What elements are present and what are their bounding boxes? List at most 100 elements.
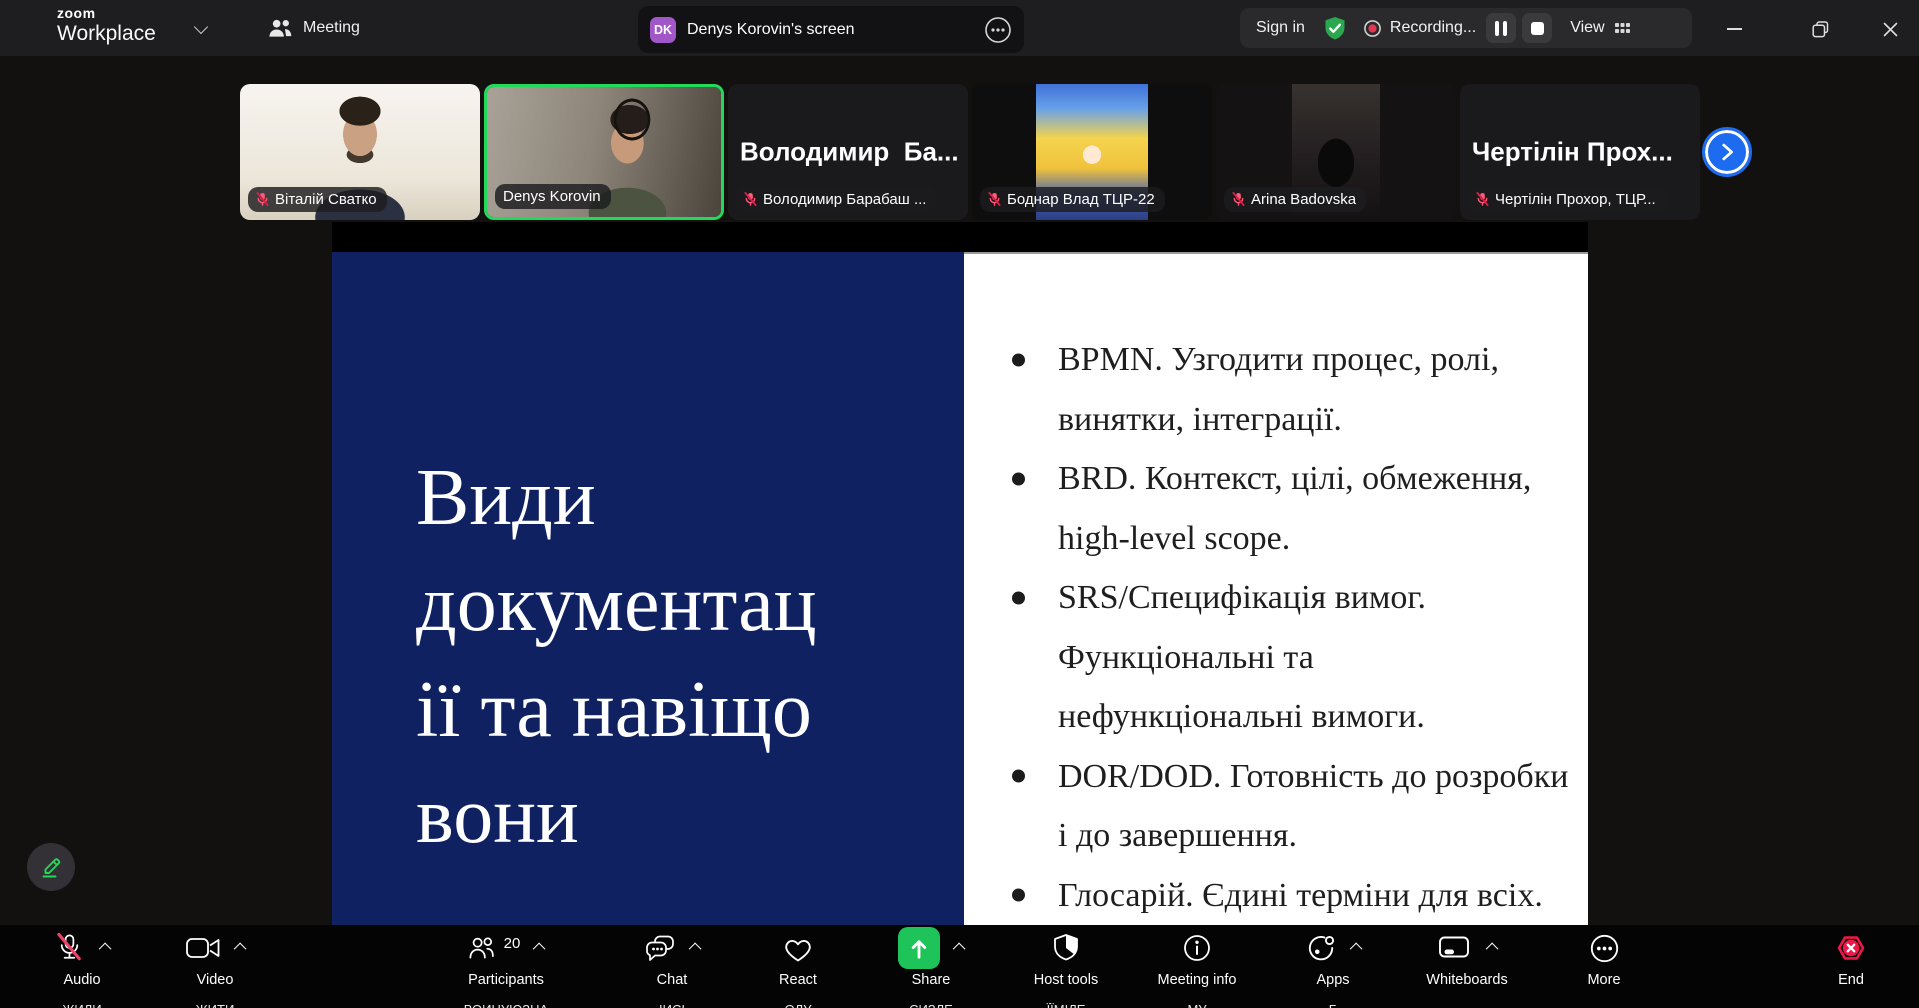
participant-display-name: Володимир Ба...: [740, 137, 959, 168]
restore-button[interactable]: [1809, 18, 1831, 40]
chevron-right-icon: [1718, 141, 1736, 163]
tab-screen-share[interactable]: DK Denys Korovin's screen: [638, 6, 1024, 53]
info-icon: [1182, 933, 1212, 963]
whiteboards-options-chevron[interactable]: [1489, 939, 1498, 957]
titlebar: zoom Workplace Meeting DK Denys Korovin'…: [0, 0, 1919, 56]
whiteboards-button[interactable]: Whiteboards: [1399, 925, 1535, 1008]
meeting-toolbar: Audio ЖИЛИ Video ЖИТИ: [0, 925, 1919, 1008]
bullet-line: винятки, інтеграції.: [964, 390, 1588, 450]
bullet-line: DOR/DOD. Готовність до розробки: [964, 747, 1588, 807]
video-tile[interactable]: Arina Badovska: [1216, 84, 1456, 220]
recording-indicator: Recording...: [1363, 19, 1476, 38]
video-options-chevron[interactable]: [237, 939, 246, 957]
share-label: Share: [912, 972, 951, 988]
bullet-line: BRD. Контекст, цілі, обмеження,: [964, 449, 1588, 509]
meeting-info-button[interactable]: Meeting info МУ: [1137, 925, 1257, 1008]
meeting-info-label: Meeting info: [1158, 972, 1237, 988]
whiteboards-label: Whiteboards: [1426, 972, 1507, 988]
participant-display-name: Чертілін Прох...: [1472, 137, 1673, 168]
participant-name: Віталій Сватко: [275, 191, 377, 208]
security-shield-icon[interactable]: [1323, 16, 1347, 41]
record-dot-icon: [1363, 19, 1382, 38]
chat-button[interactable]: Chat ІИСІ: [612, 925, 732, 1008]
participant-name-badge: Володимир Барабаш ...: [736, 187, 936, 212]
slide-title-panel: Види документац ії та навіщо вони: [332, 252, 964, 925]
end-meeting-button[interactable]: End: [1791, 925, 1911, 1008]
mic-muted-icon: [256, 192, 269, 207]
participant-name: Володимир Барабаш ...: [763, 191, 926, 208]
tab-options-icon[interactable]: [984, 16, 1012, 44]
share-options-chevron[interactable]: [956, 939, 965, 957]
participant-name-badge: Боднар Влад ТЦР-22: [980, 187, 1165, 212]
video-tile[interactable]: Володимир Ба... Володимир Барабаш ...: [728, 84, 968, 220]
video-tile[interactable]: Боднар Влад ТЦР-22: [972, 84, 1212, 220]
apps-options-chevron[interactable]: [1353, 939, 1362, 957]
clipped-text: МУ: [1137, 1002, 1257, 1008]
ellipsis-icon: [1589, 933, 1620, 964]
share-button[interactable]: Share СИЗЛЕ: [871, 925, 991, 1008]
video-tile[interactable]: Віталій Сватко: [240, 84, 480, 220]
participant-name-badge: Arina Badovska: [1224, 187, 1366, 212]
workspace-chevron-down-icon[interactable]: [194, 20, 208, 34]
participant-name: Боднар Влад ТЦР-22: [1007, 191, 1155, 208]
bullet-line: BPMN. Узгодити процес, ролі,: [964, 330, 1588, 390]
pause-recording-button[interactable]: [1486, 13, 1516, 43]
minimize-button[interactable]: [1723, 18, 1745, 40]
end-label: End: [1838, 972, 1864, 988]
pencil-icon: [37, 853, 65, 881]
clipped-text: СИЗЛЕ: [871, 1002, 991, 1008]
screen-share-tab-label: Denys Korovin's screen: [687, 21, 855, 39]
bullet-line: Глосарій. Єдині терміни для всіх.: [964, 866, 1588, 926]
meeting-status-pill: Sign in Recording... Vi: [1240, 8, 1692, 48]
view-button[interactable]: View: [1570, 19, 1630, 37]
video-tile-active-speaker[interactable]: Denys Korovin: [484, 84, 724, 220]
chat-icon: [644, 934, 676, 963]
apps-icon: [1305, 932, 1337, 964]
clipped-text: ВОИНУЮЗНА: [443, 1002, 569, 1008]
participant-name-badge: Віталій Сватко: [248, 187, 387, 212]
participant-name-badge: Denys Korovin: [495, 184, 611, 209]
audio-options-chevron[interactable]: [102, 939, 111, 957]
heart-icon: [781, 933, 815, 964]
tab-meeting[interactable]: Meeting: [258, 0, 370, 56]
sign-in-button[interactable]: Sign in: [1256, 19, 1305, 37]
next-participants-page-button[interactable]: [1705, 130, 1749, 174]
stop-recording-button[interactable]: [1522, 13, 1552, 43]
participants-button[interactable]: 20 Participants ВОИНУЮЗНА: [443, 925, 569, 1008]
clipped-text: ЖИТИ: [155, 1002, 275, 1008]
participant-name: Arina Badovska: [1251, 191, 1356, 208]
annotate-button[interactable]: [27, 843, 75, 891]
more-label: More: [1587, 972, 1620, 988]
clipped-text: ІИСІ: [612, 1002, 732, 1008]
react-button[interactable]: React ОЛУ: [738, 925, 858, 1008]
react-label: React: [779, 972, 817, 988]
more-button[interactable]: More: [1544, 925, 1664, 1008]
slide-title: Види документац ії та навіщо вони: [416, 445, 817, 869]
slide-title-line: ії та навіщо: [416, 657, 817, 763]
participants-options-chevron[interactable]: [536, 939, 545, 957]
close-icon[interactable]: [1879, 18, 1901, 40]
clipped-text: ЖИЛИ: [22, 1002, 142, 1008]
participants-count: 20: [504, 935, 521, 952]
audio-label: Audio: [63, 972, 100, 988]
mic-muted-icon: [744, 192, 757, 207]
people-icon: [268, 16, 293, 40]
apps-button[interactable]: Apps Б: [1273, 925, 1393, 1008]
avatar: DK: [650, 17, 676, 43]
share-screen-icon: [898, 927, 940, 969]
participant-name: Denys Korovin: [503, 188, 601, 205]
audio-button[interactable]: Audio ЖИЛИ: [22, 925, 142, 1008]
clipped-text: Б: [1273, 1002, 1393, 1008]
video-tile[interactable]: Чертілін Прох... Чертілін Прохор, ТЦР...: [1460, 84, 1700, 220]
mic-muted-icon: [53, 933, 86, 963]
end-call-icon: [1834, 931, 1868, 965]
whiteboard-icon: [1437, 935, 1473, 962]
apps-label: Apps: [1316, 972, 1349, 988]
slide-title-line: документац: [416, 551, 817, 657]
host-tools-button[interactable]: Host tools ЇЇМІЛЕ: [1003, 925, 1129, 1008]
chat-options-chevron[interactable]: [692, 939, 701, 957]
slide-content-panel: BPMN. Узгодити процес, ролі, винятки, ін…: [964, 252, 1588, 925]
video-button[interactable]: Video ЖИТИ: [155, 925, 275, 1008]
bullet-line: SRS/Специфікація вимог.: [964, 568, 1588, 628]
camera-icon: [185, 935, 221, 961]
